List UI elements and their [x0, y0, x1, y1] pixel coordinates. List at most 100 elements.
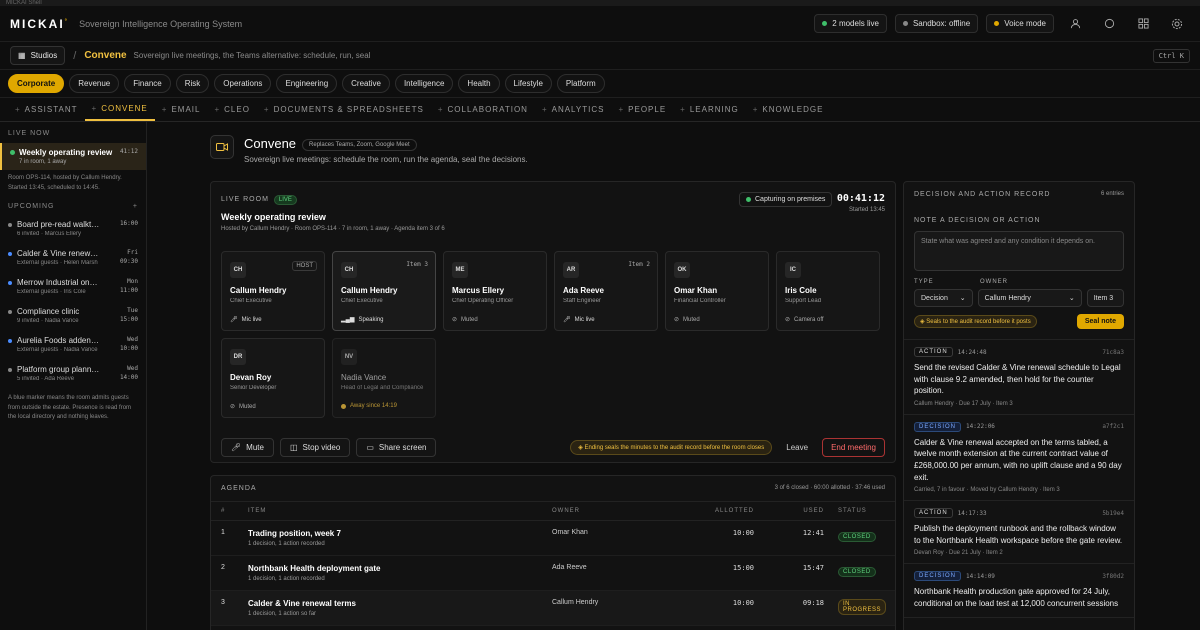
convene-content: Convene Replaces Teams, Zoom, Google Meet…	[147, 122, 1200, 630]
status-dot-icon	[902, 21, 908, 26]
mute-button[interactable]: 🎤︎ Mute	[221, 438, 274, 457]
mic-icon: 🎤︎	[563, 317, 571, 323]
muted-icon: ⊘	[674, 317, 680, 323]
gear-icon[interactable]	[1164, 13, 1190, 35]
tab-bar: + ASSISTANT + CONVENE + EMAIL + CLEO + DOCUME…	[0, 98, 1200, 122]
upcoming-item[interactable]: Board pre-read walkthrough6 invited · Ma…	[0, 216, 146, 241]
record-entry[interactable]: DECISION 14:14:09 3f80d2 Northbank Health …	[904, 564, 1134, 618]
agenda-header-row: # ITEM OWNER ALLOTTED USED STATUS	[211, 502, 895, 521]
record-entry[interactable]: ACTION 14:24:48 71c8a3 Send the revised Ca…	[904, 340, 1134, 415]
item-tag: Item 3	[406, 261, 428, 268]
participant-role: Staff Engineer	[563, 298, 601, 304]
chip-lifestyle[interactable]: Lifestyle	[504, 74, 552, 93]
participant-card[interactable]: NV Nadia Vance Head of Legal and Complia…	[332, 338, 436, 418]
plus-icon: +	[161, 105, 168, 114]
entry-type-badge: ACTION	[914, 508, 953, 519]
live-meeting-item[interactable]: Weekly operating review 7 in room, 1 awa…	[0, 143, 146, 170]
participant-card[interactable]: AR Item 2 Ada Reeve Staff Engineer 🎤︎ Mic…	[554, 251, 658, 331]
circle-icon[interactable]	[1096, 13, 1122, 35]
chip-corporate[interactable]: Corporate	[8, 74, 65, 93]
muted-icon: ⊘	[230, 404, 236, 410]
seal-note-button[interactable]: Seal note	[1076, 314, 1124, 329]
chip-creative[interactable]: Creative	[342, 74, 390, 93]
participant-status: Muted	[461, 316, 478, 323]
note-textarea[interactable]: State what was agreed and any condition …	[914, 231, 1124, 271]
grid-icon[interactable]	[1130, 13, 1156, 35]
upcoming-day: Mon	[127, 278, 138, 286]
chip-revenue[interactable]: Revenue	[69, 74, 120, 93]
user-icon[interactable]	[1062, 13, 1088, 35]
agenda-row[interactable]: 1 Trading position, week 7 1 decision, 1 …	[211, 521, 895, 556]
meetings-sidebar: LIVE NOW Weekly operating review 7 in ro…	[0, 122, 147, 630]
sandbox-pill[interactable]: Sandbox: offline	[894, 14, 979, 33]
entry-hash: a7f2c1	[1102, 423, 1124, 431]
command-shortcut[interactable]: Ctrl K	[1152, 48, 1190, 63]
upcoming-item[interactable]: Aurelia Foods addendum External guests · …	[0, 332, 146, 357]
avatar: CH	[230, 262, 246, 278]
upcoming-title: Merrow Industrial onboarding	[17, 278, 100, 288]
record-entry[interactable]: DECISION 14:22:06 a7f2c1 Calder & Vine ren…	[904, 415, 1134, 502]
upcoming-time: 16:00	[119, 220, 138, 228]
chip-health[interactable]: Health	[458, 74, 500, 93]
participant-card[interactable]: DR Devan Roy Senior Developer ⊘ Muted	[221, 338, 325, 418]
item-tag: Item 2	[628, 261, 650, 268]
breadcrumb-separator: /	[73, 49, 77, 62]
participant-card[interactable]: CH HOST Callum Hendry Chief Executive 🎤︎…	[221, 251, 325, 331]
tab-people[interactable]: + PEOPLE	[611, 98, 673, 121]
row-owner: Ada Reeve	[552, 564, 587, 571]
participant-status: Camera off	[794, 316, 824, 323]
participant-status: Speaking	[358, 316, 384, 323]
upcoming-time: 09:30	[119, 257, 138, 265]
tab-learning[interactable]: + LEARNING	[673, 98, 746, 121]
agenda-row[interactable]: 3 Calder & Vine renewal terms 1 decision,…	[211, 591, 895, 626]
upcoming-item[interactable]: Merrow Industrial onboardingExternal gue…	[0, 274, 146, 299]
type-select[interactable]: Decision ⌄	[914, 289, 973, 307]
participant-card[interactable]: ME Marcus Ellery Chief Operating Officer…	[443, 251, 547, 331]
col-num: #	[221, 508, 226, 514]
tab-collaboration[interactable]: + COLLABORATION	[431, 98, 535, 121]
end-meeting-button[interactable]: End meeting	[822, 438, 885, 457]
entry-text: Northbank Health production gate approve…	[914, 587, 1119, 608]
sidebar-footer-note: A blue marker means the room admits gues…	[8, 395, 132, 421]
brand-mark: °	[64, 18, 70, 25]
add-meeting-button[interactable]: +	[133, 203, 138, 210]
chip-engineering[interactable]: Engineering	[276, 74, 338, 93]
upcoming-item[interactable]: Calder & Vine renewal reviewExternal gue…	[0, 245, 146, 270]
chip-finance[interactable]: Finance	[124, 74, 171, 93]
tab-analytics[interactable]: + ANALYTICS	[535, 98, 612, 121]
leave-button[interactable]: Leave	[778, 443, 816, 452]
chip-operations[interactable]: Operations	[214, 74, 272, 93]
row-num: 3	[221, 599, 225, 606]
upcoming-item[interactable]: Platform group planning 5 invited · Ada R…	[0, 361, 146, 386]
share-screen-button[interactable]: ▭ Share screen	[356, 438, 437, 457]
record-entry[interactable]: ACTION 14:17:33 5b19e4 Publish the deploym…	[904, 501, 1134, 565]
tab-cleo[interactable]: + CLEO	[207, 98, 256, 121]
tab-email[interactable]: + EMAIL	[155, 98, 208, 121]
chip-intelligence[interactable]: Intelligence	[394, 74, 454, 93]
participant-card[interactable]: OK Omar Khan Financial Controller ⊘ Muted	[665, 251, 769, 331]
owner-select[interactable]: Callum Hendry ⌄	[977, 289, 1082, 307]
participant-card[interactable]: CH Item 3 Callum Hendry Chief Executive …	[332, 251, 436, 331]
type-value: Decision	[921, 294, 948, 302]
tab-convene[interactable]: + CONVENE	[84, 98, 155, 121]
studios-button[interactable]: ▦ Studios	[10, 46, 66, 65]
upcoming-item[interactable]: Compliance clinic 9 invited · Nadia Vance…	[0, 303, 146, 328]
tab-label: ASSISTANT	[24, 105, 78, 114]
status-badge: CLOSED	[838, 532, 876, 542]
chip-risk[interactable]: Risk	[175, 74, 210, 93]
voice-mode-pill[interactable]: Voice mode	[986, 14, 1054, 33]
models-live-pill[interactable]: 2 models live	[814, 14, 887, 33]
tab-assistant[interactable]: + ASSISTANT	[8, 98, 85, 121]
agenda-row[interactable]: 2 Northbank Health deployment gate 1 deci…	[211, 556, 895, 591]
brand-logo[interactable]: MICKAI°	[10, 17, 69, 31]
tab-knowledge[interactable]: + KNOWLEDGE	[746, 98, 831, 121]
participant-card[interactable]: IC Iris Cole Support Lead ⊘ Camera off	[776, 251, 880, 331]
chip-platform[interactable]: Platform	[556, 74, 605, 93]
upcoming-time: 14:00	[119, 373, 138, 381]
stop-video-button[interactable]: ◫ Stop video	[279, 438, 351, 457]
page-subtitle: Sovereign live meetings: schedule the ro…	[244, 155, 528, 165]
tab-documents[interactable]: + DOCUMENTS & SPREADSHEETS	[257, 98, 431, 121]
item-field[interactable]: Item 3	[1086, 289, 1124, 307]
upcoming-time: 11:00	[119, 286, 138, 294]
row-owner: Omar Khan	[552, 529, 588, 536]
